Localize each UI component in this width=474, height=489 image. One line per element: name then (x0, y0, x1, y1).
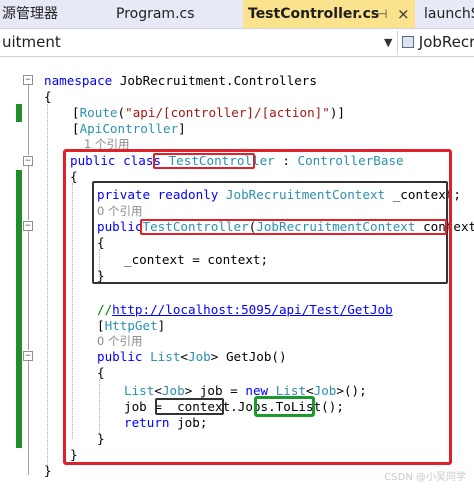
tab-label: 源管理器 (2, 6, 58, 22)
tab-testcontroller-cs[interactable]: TestController.cs ⊣ × (243, 0, 415, 28)
project-dropdown-value: uitment (2, 33, 61, 51)
collapse-icon[interactable]: − (23, 221, 33, 231)
tab-launchsettings[interactable]: launchS (420, 0, 474, 28)
watermark: CSDN @小吴同学 (384, 472, 466, 483)
member-dropdown-value: JobRecrui (418, 33, 474, 51)
class-icon (402, 36, 414, 48)
tab-label: launchS (424, 6, 474, 22)
tolist-highlight-box (254, 396, 315, 417)
fold-line (28, 85, 29, 155)
indent-guide (47, 101, 48, 471)
tab-label: Program.cs (116, 6, 195, 22)
member-dropdown[interactable]: JobRecrui (402, 32, 474, 53)
divider (397, 31, 398, 54)
tab-program-cs[interactable]: Program.cs (112, 0, 232, 28)
pin-icon[interactable]: ⊣ (377, 0, 387, 28)
code-line-brace: { (44, 89, 52, 104)
fold-line (28, 166, 29, 220)
code-editor[interactable]: − − − − namespace JobRecruitment.Control… (0, 57, 474, 489)
close-icon[interactable]: × (397, 0, 410, 28)
change-indicator (16, 170, 22, 448)
code-line-route-attribute: [Route("api/[controller]/[action]")] (72, 105, 345, 120)
collapse-icon[interactable]: − (23, 156, 33, 166)
tab-solution-explorer[interactable]: 源管理器 (2, 0, 102, 28)
context-highlight-box (155, 398, 224, 415)
fold-line (28, 361, 29, 443)
collapse-icon[interactable]: − (23, 75, 33, 85)
tab-label: TestController.cs (248, 6, 380, 22)
code-line-apicontroller-attribute: [ApiController] (72, 121, 186, 136)
chevron-down-icon[interactable]: ▼ (384, 32, 392, 53)
fold-line (28, 443, 29, 475)
document-tab-bar: 源管理器 Program.cs TestController.cs ⊣ × la… (0, 0, 474, 28)
change-indicator (16, 104, 22, 122)
code-line-namespace: namespace JobRecruitment.Controllers (44, 73, 317, 88)
navigation-bar: uitment ▼ JobRecrui (0, 28, 474, 57)
collapse-icon[interactable]: − (23, 351, 33, 361)
class-name-highlight (153, 153, 255, 169)
code-line-brace: } (44, 463, 52, 478)
project-dropdown[interactable]: uitment (2, 32, 382, 53)
constructor-name-highlight (140, 219, 447, 235)
fold-line (28, 231, 29, 350)
